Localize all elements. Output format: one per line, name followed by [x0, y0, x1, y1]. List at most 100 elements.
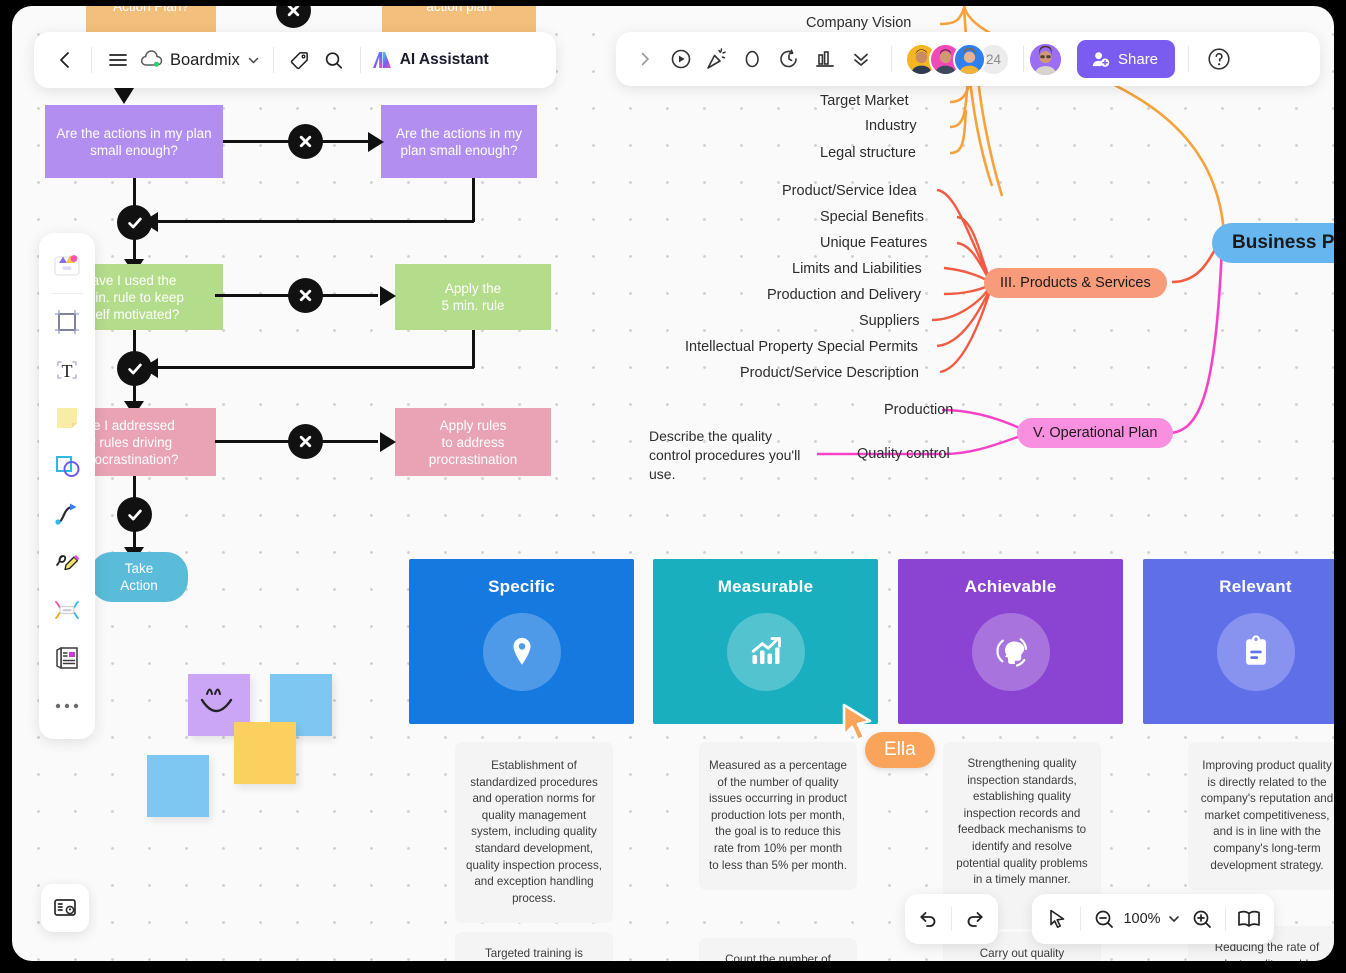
mindmap-leaf-0[interactable]: Company Vision	[806, 15, 911, 31]
overview-map-button[interactable]	[1232, 902, 1266, 936]
smart-card-achievable[interactable]: Achievable	[898, 559, 1123, 724]
sidebar-item-pen[interactable]	[45, 539, 89, 585]
party-popper-icon	[707, 48, 726, 69]
board-name-menu[interactable]: Boardmix	[135, 50, 264, 70]
sidebar-item-frame[interactable]	[45, 299, 89, 345]
comment-button[interactable]	[736, 42, 770, 76]
mindmap-leaf-4[interactable]: Product/Service Idea	[782, 183, 917, 199]
flowchart-node-0[interactable]: Are the actions in my plan small enough?	[45, 105, 223, 178]
mindmap-note[interactable]: Describe the quality control procedures …	[649, 427, 809, 484]
mindmap-leaf-11[interactable]: Product/Service Description	[740, 365, 919, 381]
divider	[51, 293, 83, 294]
minimap-button[interactable]	[41, 884, 89, 932]
search-button[interactable]	[317, 43, 351, 77]
menu-button[interactable]	[101, 43, 135, 77]
sidebar-item-sticky-note[interactable]	[45, 395, 89, 441]
sidebar-item-text[interactable]: T	[45, 347, 89, 393]
cross-badge-1[interactable]	[288, 124, 323, 159]
cross-badge-2[interactable]	[288, 278, 323, 313]
flowchart-node-5[interactable]: Apply rules to address procrastination	[395, 408, 551, 476]
sidebar-item-more[interactable]	[45, 683, 89, 729]
zoom-out-button[interactable]	[1087, 902, 1121, 936]
divider	[1023, 46, 1024, 72]
mindmap-leaf-2[interactable]: Industry	[865, 118, 917, 134]
mindmap-leaf-6[interactable]: Unique Features	[820, 235, 927, 251]
smart-card-measurable[interactable]: Measurable	[653, 559, 878, 724]
sticky-note-yellow[interactable]	[234, 722, 296, 784]
zoom-level-value[interactable]: 100%	[1121, 911, 1163, 927]
flowchart-node-2-label: ave I used the min. rule to keep self mo…	[84, 272, 184, 322]
help-button[interactable]	[1202, 42, 1236, 76]
ai-assistant-button[interactable]: AI Assistant	[370, 49, 489, 71]
flowchart-node-6[interactable]: Take Action	[90, 552, 188, 602]
whiteboard-canvas[interactable]: Action Plan? action plan Are the actions…	[12, 6, 1334, 961]
flowchart-node-1[interactable]: Are the actions in my plan small enough?	[381, 105, 537, 178]
mindmap-leaf-12[interactable]: Production	[884, 402, 953, 418]
sidebar-item-templates[interactable]	[45, 242, 89, 288]
undo-button[interactable]	[911, 902, 945, 936]
smart-note-1[interactable]: Measured as a percentage of the number o…	[699, 742, 857, 891]
collaboration-toolbar[interactable]: 24 Share	[616, 32, 1320, 86]
timer-button[interactable]	[772, 42, 806, 76]
check-badge-3[interactable]	[117, 497, 152, 532]
flowchart-node-top-left[interactable]: Action Plan?	[86, 6, 216, 32]
tools-sidebar[interactable]: T	[39, 233, 95, 739]
mindmap-leaf-9[interactable]: Suppliers	[859, 313, 919, 329]
app-window: Action Plan? action plan Are the actions…	[0, 0, 1346, 973]
flowchart-node-top-right[interactable]: action plan	[382, 6, 536, 32]
expand-toolbar-button[interactable]	[628, 42, 662, 76]
text-icon: T	[57, 361, 77, 381]
divider	[1188, 46, 1190, 72]
check-badge-2[interactable]	[117, 351, 152, 386]
smart-card-specific[interactable]: Specific	[409, 559, 634, 724]
play-circle-icon	[671, 49, 691, 69]
share-button[interactable]: Share	[1077, 40, 1176, 78]
avatar-current-user[interactable]	[1028, 41, 1063, 77]
smart-card-specific-title: Specific	[488, 577, 555, 596]
mindmap-leaf-13[interactable]: Quality control	[857, 446, 950, 462]
select-tool-button[interactable]	[1040, 902, 1074, 936]
mindmap-branch-operational[interactable]: V. Operational Plan	[1017, 418, 1174, 448]
check-badge-1[interactable]	[117, 205, 152, 240]
redo-button[interactable]	[958, 902, 992, 936]
main-toolbar[interactable]: Boardmix AI Assistant	[34, 32, 556, 88]
mini-map-icon	[54, 899, 76, 916]
smart-note2-1[interactable]: Count the number of	[699, 938, 857, 961]
mindmap-branch-products[interactable]: III. Products & Services	[984, 268, 1167, 298]
remote-cursor-label: Ella	[865, 732, 935, 768]
zoom-dropdown-button[interactable]	[1163, 902, 1185, 936]
sidebar-item-connector[interactable]	[45, 491, 89, 537]
tag-button[interactable]	[283, 43, 317, 77]
sidebar-item-shapes[interactable]	[45, 443, 89, 489]
history-toolbar[interactable]	[905, 894, 998, 944]
chart-button[interactable]	[808, 42, 842, 76]
ai-sparkle-icon	[372, 52, 391, 68]
smart-card-relevant[interactable]: Relevant	[1143, 559, 1334, 724]
cross-badge-3[interactable]	[288, 424, 323, 459]
collaborator-avatars[interactable]: 24	[905, 42, 1010, 76]
cross-badge-top[interactable]	[276, 6, 311, 28]
flowchart-node-4-label: ve I addressed y rules driving procrasti…	[82, 417, 179, 467]
sidebar-item-mindmap[interactable]	[45, 587, 89, 633]
zoom-toolbar[interactable]: 100%	[1032, 894, 1274, 944]
mindmap-leaf-7[interactable]: Limits and Liabilities	[792, 261, 922, 277]
flowchart-node-3[interactable]: Apply the 5 min. rule	[395, 264, 551, 330]
smart-note-0[interactable]: Establishment of standardized procedures…	[455, 742, 613, 924]
smart-note2-0[interactable]: Targeted training is	[455, 932, 613, 961]
avatar-3[interactable]	[953, 42, 986, 76]
celebrate-button[interactable]	[700, 42, 734, 76]
mindmap-leaf-3[interactable]: Legal structure	[820, 145, 916, 161]
mindmap-leaf-10[interactable]: Intellectual Property Special Permits	[685, 339, 918, 355]
mindmap-leaf-8[interactable]: Production and Delivery	[767, 287, 921, 303]
more-options-button[interactable]	[844, 42, 878, 76]
sidebar-item-document[interactable]	[45, 635, 89, 681]
mindmap-leaf-5[interactable]: Special Benefits	[820, 209, 924, 225]
zoom-in-button[interactable]	[1185, 902, 1219, 936]
mindmap-root[interactable]: Business Plan	[1212, 223, 1334, 263]
back-button[interactable]	[48, 43, 82, 77]
sticky-note-blue-bottom[interactable]	[147, 755, 209, 817]
smart-note-3[interactable]: Improving product quality is directly re…	[1188, 742, 1334, 891]
zoom-out-icon	[1095, 910, 1113, 928]
present-button[interactable]	[664, 42, 698, 76]
mindmap-leaf-1[interactable]: Target Market	[820, 93, 909, 109]
